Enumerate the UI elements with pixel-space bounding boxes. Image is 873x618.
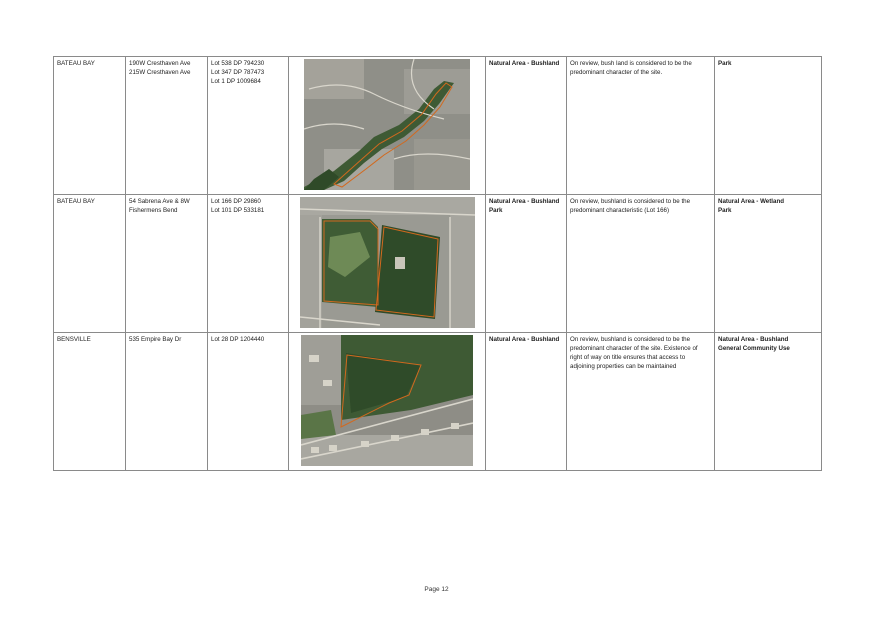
- aerial-photo-cell: [288, 332, 486, 471]
- address-line: 190W Cresthaven Ave: [129, 60, 191, 67]
- lot-line: Lot 28 DP 1204440: [211, 336, 265, 343]
- suburb-cell: BATEAU BAY: [53, 56, 126, 195]
- lot-cell: Lot 538 DP 794230 Lot 347 DP 787473 Lot …: [207, 56, 289, 195]
- lot-line: Lot 347 DP 787473: [211, 69, 265, 76]
- address-line: 535 Empire Bay Dr: [129, 336, 182, 343]
- proposed-zoning-cell: Natural Area - Bushland General Communit…: [714, 332, 822, 471]
- proposed-zoning: General Community Use: [718, 345, 790, 352]
- proposed-zoning: Natural Area - Bushland: [718, 336, 789, 343]
- proposed-zoning-cell: Park: [714, 56, 822, 195]
- suburb-cell: BENSVILLE: [53, 332, 126, 471]
- current-zoning: Natural Area - Bushland: [489, 60, 560, 67]
- address-cell: 190W Cresthaven Ave 215W Cresthaven Ave: [125, 56, 208, 195]
- proposed-zoning: Park: [718, 60, 732, 67]
- address-line: 215W Cresthaven Ave: [129, 69, 191, 76]
- table-row: BENSVILLE 535 Empire Bay Dr Lot 28 DP 12…: [53, 332, 822, 471]
- lot-cell: Lot 166 DP 29860 Lot 101 DP 533181: [207, 194, 289, 333]
- current-zoning-cell: Natural Area - Bushland: [485, 56, 567, 195]
- table-row: BATEAU BAY 190W Cresthaven Ave 215W Cres…: [53, 56, 822, 195]
- current-zoning-cell: Natural Area - Bushland Park: [485, 194, 567, 333]
- current-zoning-cell: Natural Area - Bushland: [485, 332, 567, 471]
- review-comment: On review, bush land is considered to be…: [570, 60, 692, 76]
- lot-line: Lot 101 DP 533181: [211, 207, 265, 214]
- current-zoning: Natural Area - Bushland: [489, 198, 560, 205]
- suburb-cell: BATEAU BAY: [53, 194, 126, 333]
- proposed-zoning-cell: Natural Area - Wetland Park: [714, 194, 822, 333]
- aerial-photo-3: [301, 335, 473, 466]
- comment-cell: On review, bush land is considered to be…: [566, 56, 715, 195]
- review-comment: On review, bushland is considered to be …: [570, 198, 691, 214]
- table-row: BATEAU BAY 54 Sabrena Ave & 8W Fishermen…: [53, 194, 822, 333]
- suburb: BENSVILLE: [57, 336, 91, 343]
- proposed-zoning: Park: [718, 207, 732, 214]
- review-comment: On review, bushland is considered to be …: [570, 336, 698, 370]
- current-zoning: Natural Area - Bushland: [489, 336, 560, 343]
- lot-cell: Lot 28 DP 1204440: [207, 332, 289, 471]
- aerial-photo-2: [299, 197, 475, 328]
- current-zoning: Park: [489, 207, 503, 214]
- land-review-table: BATEAU BAY 190W Cresthaven Ave 215W Cres…: [53, 56, 822, 471]
- lot-line: Lot 166 DP 29860: [211, 198, 261, 205]
- suburb: BATEAU BAY: [57, 198, 95, 205]
- address-cell: 54 Sabrena Ave & 8W Fishermens Bend: [125, 194, 208, 333]
- address-line: 54 Sabrena Ave & 8W: [129, 198, 190, 205]
- comment-cell: On review, bushland is considered to be …: [566, 332, 715, 471]
- lot-line: Lot 538 DP 794230: [211, 60, 265, 67]
- address-cell: 535 Empire Bay Dr: [125, 332, 208, 471]
- comment-cell: On review, bushland is considered to be …: [566, 194, 715, 333]
- suburb: BATEAU BAY: [57, 60, 95, 67]
- aerial-photo-cell: [288, 194, 486, 333]
- page-number: Page 12: [424, 586, 449, 593]
- address-line: Fishermens Bend: [129, 207, 178, 214]
- lot-line: Lot 1 DP 1009684: [211, 78, 261, 85]
- aerial-photo-1: [304, 59, 470, 190]
- proposed-zoning: Natural Area - Wetland: [718, 198, 785, 205]
- aerial-photo-cell: [288, 56, 486, 195]
